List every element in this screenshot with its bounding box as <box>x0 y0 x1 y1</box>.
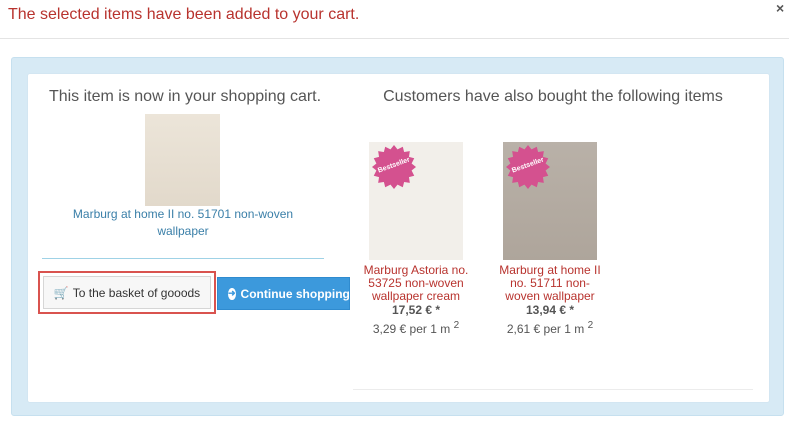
unit-price-exponent: 2 <box>453 320 460 331</box>
divider <box>42 258 324 259</box>
product-link[interactable]: Marburg at home II no. 51701 non-woven w… <box>57 206 309 240</box>
recommended-item-image[interactable]: Bestseller <box>503 142 597 260</box>
recommended-item-name[interactable]: Marburg Astoria no. 53725 non-woven wall… <box>361 264 471 303</box>
recommended-item-price: 17,52 € * <box>391 303 441 317</box>
cart-panel: This item is now in your shopping cart. … <box>27 73 770 403</box>
cart-confirmation-title: This item is now in your shopping cart. <box>48 88 322 105</box>
continue-shopping-label: Continue shopping <box>240 286 350 301</box>
recommended-item-image[interactable]: Bestseller <box>369 142 463 260</box>
unit-price-text: 2,61 € per 1 m <box>506 322 585 336</box>
basket-button-label: To the basket of gooods <box>72 285 201 300</box>
recommendations-title: Customers have also bought the following… <box>383 88 723 105</box>
recommended-item-price: 13,94 € * <box>525 303 575 317</box>
recommended-item-name[interactable]: Marburg at home II no. 51711 non-woven w… <box>495 264 605 303</box>
dialog-body: This item is now in your shopping cart. … <box>11 57 784 416</box>
shopping-cart-icon: 🛒 <box>53 285 69 300</box>
basket-button[interactable]: 🛒 To the basket of gooods <box>43 276 211 309</box>
continue-shopping-button[interactable]: ➜ Continue shopping <box>217 277 350 310</box>
recommended-item: Bestseller Marburg Astoria no. 53725 non… <box>361 142 471 337</box>
recommended-item-unit-price: 3,29 € per 1 m 2 <box>361 318 471 337</box>
dialog-header: The selected items have been added to yo… <box>0 0 789 39</box>
product-thumbnail[interactable] <box>145 114 220 206</box>
close-icon[interactable]: × <box>776 0 784 16</box>
bestseller-badge: Bestseller <box>372 145 416 189</box>
arrow-circle-right-icon: ➜ <box>228 287 236 300</box>
divider <box>353 389 753 390</box>
recommended-item-unit-price: 2,61 € per 1 m 2 <box>495 318 605 337</box>
basket-button-highlight: 🛒 To the basket of gooods <box>38 271 216 314</box>
recommended-item: Bestseller Marburg at home II no. 51711 … <box>495 142 605 337</box>
cart-added-message: The selected items have been added to yo… <box>8 6 360 23</box>
bestseller-badge: Bestseller <box>506 145 550 189</box>
unit-price-exponent: 2 <box>587 320 594 331</box>
unit-price-text: 3,29 € per 1 m <box>372 322 451 336</box>
